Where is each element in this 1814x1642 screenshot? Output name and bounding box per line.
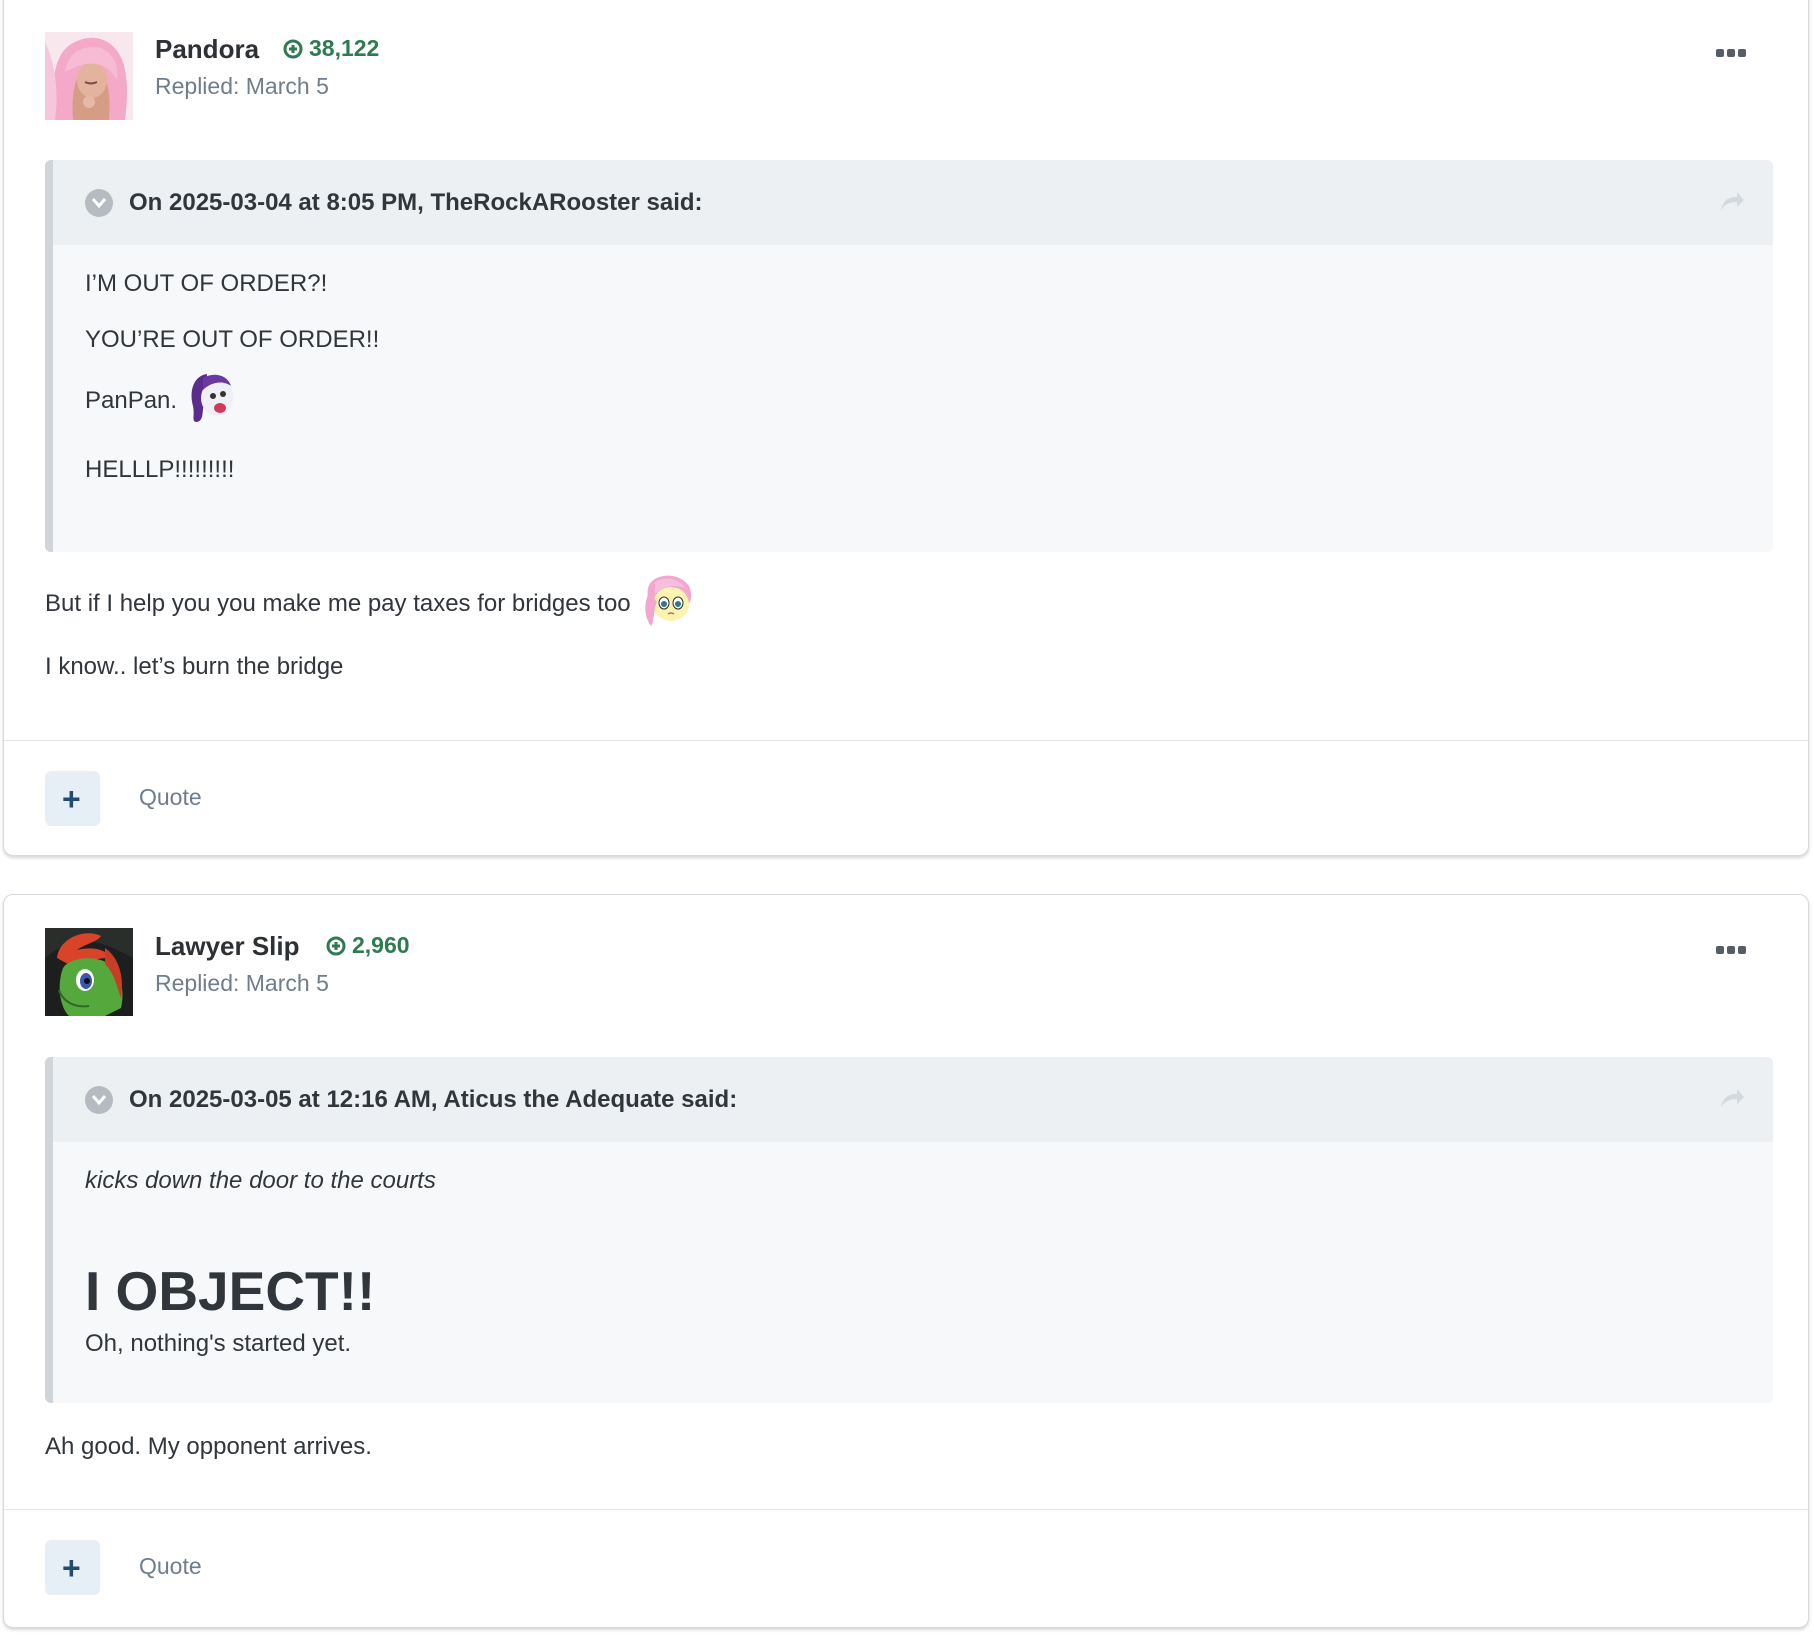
fluttershy-emoji-icon xyxy=(641,572,695,635)
quote-header: On 2025-03-04 at 8:05 PM, TheRockARooste… xyxy=(53,160,1773,245)
quote-line: Oh, nothing's started yet. xyxy=(85,1330,352,1357)
post-text: Ah good. My opponent arrives. xyxy=(45,1433,372,1460)
reputation-count: 38,122 xyxy=(309,35,380,61)
divider xyxy=(4,740,1808,741)
ellipsis-icon[interactable] xyxy=(1716,49,1746,57)
divider xyxy=(4,1509,1808,1510)
avatar[interactable] xyxy=(45,32,133,120)
username[interactable]: Lawyer Slip xyxy=(155,931,300,962)
reputation-badge[interactable]: 38,122 xyxy=(283,35,379,62)
ellipsis-icon[interactable] xyxy=(1716,946,1746,954)
quote-line: YOU’RE OUT OF ORDER!! xyxy=(85,326,380,353)
plus-circle-icon xyxy=(326,936,346,955)
quote-line-with-emoji: PanPan. xyxy=(85,370,235,431)
quote-line: kicks down the door to the courts xyxy=(85,1167,436,1194)
plus-icon: + xyxy=(62,781,81,817)
quote-button[interactable]: Quote xyxy=(139,1553,202,1580)
rarity-emoji-icon xyxy=(187,370,235,431)
quote-block: On 2025-03-04 at 8:05 PM, TheRockARooste… xyxy=(45,160,1773,552)
quote-line: I’M OUT OF ORDER?! xyxy=(85,270,328,297)
forum-post: Pandora 38,122 Replied: March 5 On 2025-… xyxy=(3,0,1809,856)
react-button[interactable]: + xyxy=(45,771,100,826)
share-arrow-icon[interactable] xyxy=(1719,190,1745,217)
reputation-count: 2,960 xyxy=(352,932,410,958)
quote-citation[interactable]: On 2025-03-04 at 8:05 PM, TheRockARooste… xyxy=(129,189,703,217)
quote-heading: I OBJECT!! xyxy=(85,1260,376,1322)
chevron-down-circle-icon[interactable] xyxy=(85,1086,113,1114)
forum-post: Lawyer Slip 2,960 Replied: March 5 On 20… xyxy=(3,894,1809,1628)
post-paragraph: But if I help you you make me pay taxes … xyxy=(45,572,695,635)
share-arrow-icon[interactable] xyxy=(1719,1087,1745,1114)
post-text: But if I help you you make me pay taxes … xyxy=(45,589,631,617)
quote-header: On 2025-03-05 at 12:16 AM, Aticus the Ad… xyxy=(53,1057,1773,1142)
quote-block: On 2025-03-05 at 12:16 AM, Aticus the Ad… xyxy=(45,1057,1773,1403)
post-date[interactable]: Replied: March 5 xyxy=(155,970,329,997)
username[interactable]: Pandora xyxy=(155,34,259,65)
avatar[interactable] xyxy=(45,928,133,1016)
quote-button[interactable]: Quote xyxy=(139,784,202,811)
quote-line: PanPan. xyxy=(85,386,178,414)
post-date[interactable]: Replied: March 5 xyxy=(155,73,329,100)
plus-icon: + xyxy=(62,1550,81,1586)
chevron-down-circle-icon[interactable] xyxy=(85,189,113,217)
react-button[interactable]: + xyxy=(45,1540,100,1595)
quote-citation[interactable]: On 2025-03-05 at 12:16 AM, Aticus the Ad… xyxy=(129,1086,737,1114)
post-text: I know.. let’s burn the bridge xyxy=(45,653,344,680)
reputation-badge[interactable]: 2,960 xyxy=(326,932,410,959)
quote-line: HELLLP!!!!!!!!! xyxy=(85,456,235,483)
plus-circle-icon xyxy=(283,39,303,58)
